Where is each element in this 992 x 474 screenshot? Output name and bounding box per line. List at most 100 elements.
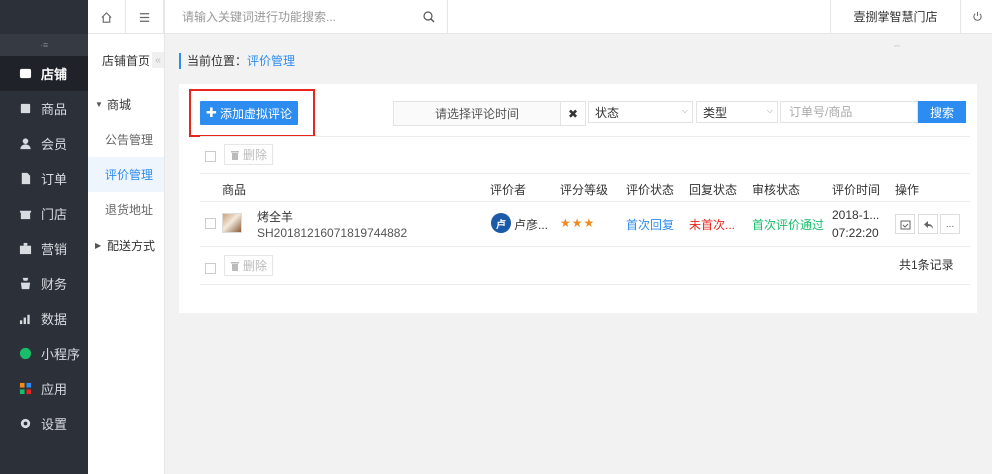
column-header-actions: 操作 [895,183,920,197]
collapse-left-icon[interactable]: « [152,52,164,68]
menu-icon [139,12,150,22]
reply-button[interactable] [918,214,938,234]
row-checkbox[interactable] [205,218,216,229]
sidebar-item-label: 营销 [41,242,68,257]
audit-button[interactable] [895,214,915,234]
sidebar-item-label: 应用 [41,382,68,397]
total-records: 共1条记录 [899,258,954,272]
logout-button[interactable] [962,0,992,34]
product-thumbnail [222,213,242,233]
chevron-down-icon[interactable]: ˇˇ [894,44,900,54]
breadcrumb-prefix: 当前位置： [187,54,248,68]
reply-status: 未首次... [689,218,736,232]
product-name[interactable]: 烤全羊 [257,208,293,225]
finance-icon [18,277,32,291]
order-product-search-input[interactable] [780,101,918,123]
search-button[interactable]: 搜索 [918,101,966,123]
review-status: 首次回复 [626,218,675,232]
sidebar-item-label: 财务 [41,277,68,292]
divider [200,246,970,247]
subsidebar-item-announcement[interactable]: 公告管理 [88,122,164,157]
type-select-value: 类型 [703,105,728,120]
shop-icon [18,207,32,221]
topbar: 壹捌掌智慧门店 [165,0,992,34]
more-button[interactable]: ... [940,214,960,234]
sidebar-item-miniprogram[interactable]: 小程序 [0,336,88,371]
store-name-button[interactable]: 壹捌掌智慧门店 [830,0,961,34]
sidebar-item-label: 小程序 [41,347,81,362]
divider [200,173,970,174]
sidebar-item-shop[interactable]: 门店 [0,196,88,231]
divider [200,136,970,137]
sidebar-item-marketing[interactable]: 营销 [0,231,88,266]
secondary-sidebar: 店铺首页 « ▼ 商城 公告管理 评价管理 退货地址 ▶ 配送方式 [88,0,165,474]
calendar-check-icon [900,220,910,229]
breadcrumb: 当前位置：评价管理 [179,53,295,69]
reviewer-avatar: 卢 [491,213,511,233]
group-label: 商城 [107,97,132,112]
review-time-picker[interactable]: 请选择评论时间 [393,101,561,126]
home-icon [101,11,112,23]
sidebar-item-member[interactable]: 会员 [0,126,88,161]
column-header-review-status: 评价状态 [626,183,675,197]
reply-icon [923,220,933,229]
audit-status: 首次评价通过 [752,218,825,232]
highlight-annotation-box [189,89,315,137]
sidebar-item-settings[interactable]: 设置 [0,406,88,441]
column-header-rating: 评分等级 [560,183,609,197]
trash-icon [231,150,239,160]
type-select[interactable]: 类型 ⌵ [696,101,778,123]
delete-button-top[interactable]: 删除 [224,144,274,165]
sidebar-item-finance[interactable]: 财务 [0,266,88,301]
sidebar-collapse-toggle[interactable]: ·≡ [0,34,88,56]
product-code: SH20181216071819744882 [257,226,408,240]
clear-time-button[interactable]: ✖ [561,101,586,126]
review-time: 07:22:20 [832,226,879,240]
sidebar-item-goods[interactable]: 商品 [0,91,88,126]
search-icon[interactable] [423,10,435,23]
column-header-product: 商品 [222,183,247,197]
breadcrumb-current[interactable]: 评价管理 [247,54,295,68]
delete-button-bottom[interactable]: 删除 [224,255,274,276]
sidebar-item-label: 店铺 [41,67,68,82]
caret-down-icon: ▼ [95,99,103,109]
chevron-down-icon: ⌵ [766,106,773,115]
collapse-icon: ·≡ [39,40,49,50]
select-all-checkbox-bottom[interactable] [205,263,216,274]
sidebar-item-order[interactable]: 订单 [0,161,88,196]
goods-icon [18,102,32,116]
select-all-checkbox[interactable] [205,151,216,162]
home-button[interactable] [88,0,126,34]
divider [200,201,970,202]
subsidebar-item-reviews[interactable]: 评价管理 [88,157,164,192]
subsidebar-group-mall[interactable]: ▼ 商城 [88,86,164,122]
more-icon: ... [945,218,955,230]
marketing-icon [18,242,32,256]
sidebar-item-label: 会员 [41,137,68,152]
menu-toggle-button[interactable] [126,0,164,34]
topbar-left-buttons [88,0,164,34]
sidebar-item-data[interactable]: 数据 [0,301,88,336]
delete-label: 删除 [243,148,268,162]
group-label: 配送方式 [107,238,156,253]
status-select[interactable]: 状态 ⌵ [588,101,693,123]
status-select-value: 状态 [595,105,620,120]
subsidebar-item-return-address[interactable]: 退货地址 [88,192,164,227]
caret-right-icon: ▶ [95,240,102,250]
trash-icon [231,261,239,271]
sidebar-item-apps[interactable]: 应用 [0,371,88,406]
subsidebar-group-delivery[interactable]: ▶ 配送方式 [88,227,164,263]
apps-icon [18,382,32,396]
column-header-reviewer: 评价者 [490,183,527,197]
divider [200,284,970,285]
data-icon [18,312,32,326]
sidebar-item-label: 门店 [41,207,68,222]
sidebar-item-store[interactable]: 店铺 [0,56,88,91]
reviewer-name: 卢彦... [514,218,549,232]
miniprogram-icon [18,347,32,361]
function-search [165,0,448,34]
subsidebar-title-text: 店铺首页 [102,53,151,68]
column-header-reply-status: 回复状态 [689,183,738,197]
sidebar-logo-area [0,0,88,34]
function-search-input[interactable] [182,9,423,24]
